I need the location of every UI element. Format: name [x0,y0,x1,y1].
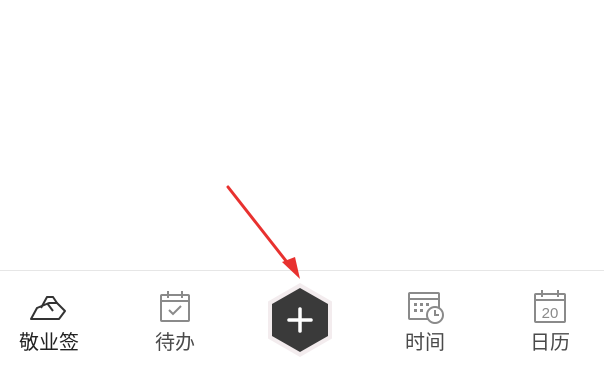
main-content-area [0,0,604,270]
notebook-logo-icon [29,289,69,325]
tab-todo[interactable]: 待办 [120,271,230,368]
tab-label: 日历 [530,330,570,354]
tab-label: 时间 [405,330,445,354]
tab-label: 待办 [155,330,195,354]
calendar-date-number: 20 [542,305,559,322]
calendar-clock-icon [405,289,445,325]
add-button[interactable] [261,281,339,359]
tab-jingyeqian[interactable]: 敬业签 [0,271,104,368]
tab-label: 敬业签 [19,330,79,354]
tab-calendar[interactable]: 20 日历 [495,271,604,368]
calendar-check-icon [155,289,195,325]
calendar-date-icon: 20 [530,289,570,325]
tab-time[interactable]: 时间 [370,271,480,368]
